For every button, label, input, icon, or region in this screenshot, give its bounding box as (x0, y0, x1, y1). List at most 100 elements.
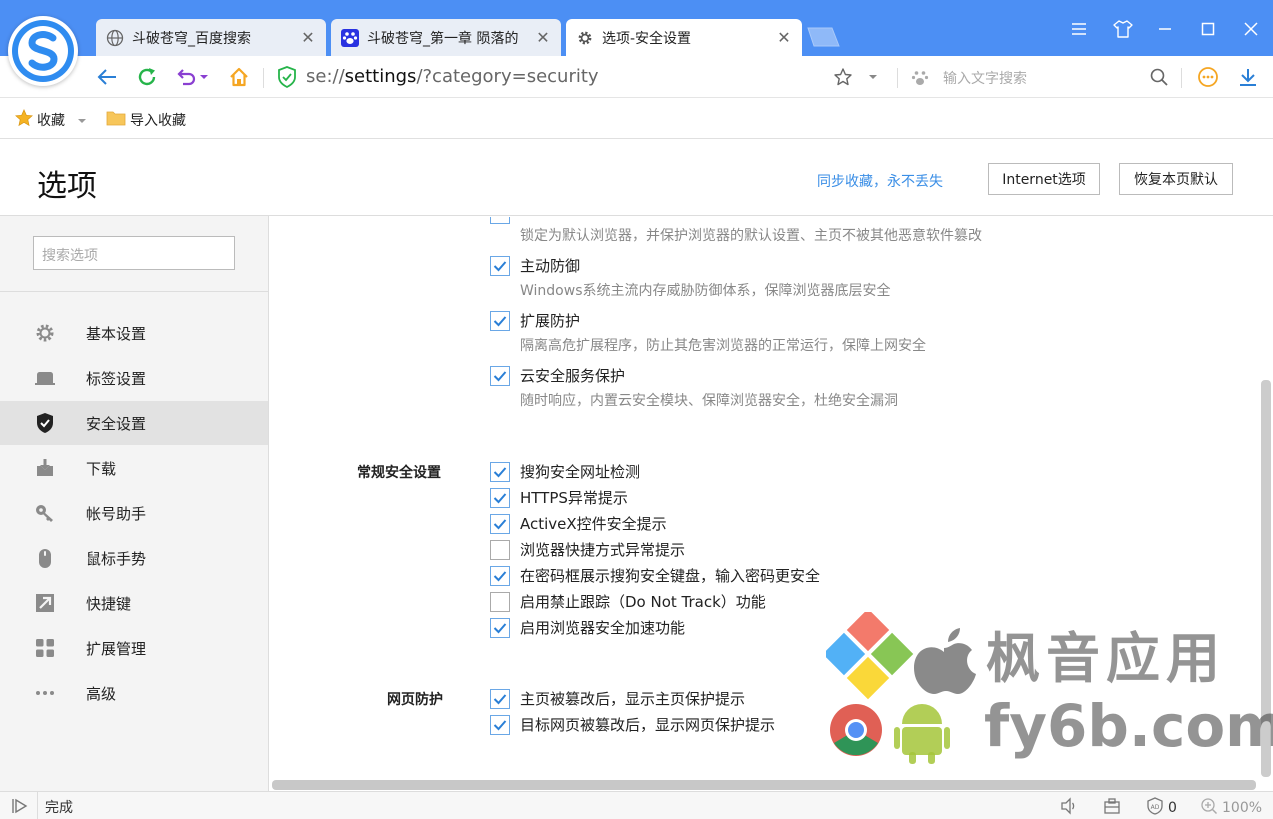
undo-close-icon[interactable] (174, 65, 198, 89)
checkbox-checked[interactable] (490, 255, 510, 276)
sidebar-item-account[interactable]: 帐号助手 (0, 491, 268, 535)
skin-shirt-icon[interactable] (1110, 16, 1136, 42)
more-dots-icon (34, 682, 56, 704)
settings-sidebar: 搜索选项 基本设置 标签设置 安全设置 下载 帐号助手 鼠标手势 快捷键 扩展管… (0, 216, 269, 791)
download-icon[interactable] (1236, 65, 1260, 89)
divider (37, 792, 38, 819)
option-cloud-security[interactable]: 云安全服务保护 (490, 365, 625, 386)
option-label: 目标网页被篡改后，显示网页保护提示 (520, 716, 776, 734)
horizontal-scrollbar-thumb[interactable] (272, 780, 1256, 790)
option-activex-warning[interactable]: ActiveX控件安全提示 (490, 513, 667, 534)
navigation-bar: se://settings/?category=security 输入文字搜索 (0, 56, 1273, 98)
sidebar-item-label: 标签设置 (86, 369, 147, 388)
sogou-browser-logo[interactable] (8, 16, 78, 86)
checkbox-checked[interactable] (490, 565, 510, 586)
sync-link[interactable]: 同步收藏，永不丢失 (817, 171, 943, 191)
import-bookmarks-item[interactable]: 导入收藏 (106, 109, 186, 130)
extensions-grid-icon (34, 637, 56, 659)
globe-icon (106, 29, 124, 47)
search-icon[interactable] (1149, 67, 1169, 91)
checkbox-unchecked[interactable] (490, 539, 510, 560)
tab-chapter[interactable]: 斗破苍穹_第一章 陨落的 ✕ (331, 19, 561, 56)
favorites-menu[interactable]: 收藏 (15, 108, 91, 131)
checkbox-checked[interactable] (490, 461, 510, 482)
play-icon[interactable] (10, 797, 28, 815)
checkbox-unchecked[interactable] (490, 591, 510, 612)
restore-defaults-button[interactable]: 恢复本页默认 (1119, 163, 1233, 195)
option-page-tamper-warning[interactable]: 目标网页被篡改后，显示网页保护提示 (490, 714, 775, 735)
option-extension-protection[interactable]: 扩展防护 (490, 310, 580, 331)
option-shortcut-warning[interactable]: 浏览器快捷方式异常提示 (490, 539, 685, 560)
sidebar-item-label: 扩展管理 (86, 639, 147, 658)
close-window-icon[interactable] (1238, 16, 1264, 42)
checkbox-checked[interactable] (490, 714, 510, 735)
vertical-scrollbar-thumb[interactable] (1261, 380, 1271, 777)
address-dropdown-icon[interactable] (863, 65, 883, 89)
sidebar-item-extensions[interactable]: 扩展管理 (0, 626, 268, 670)
checkbox-checked[interactable] (490, 617, 510, 638)
search-box[interactable]: 输入文字搜索 (910, 65, 1170, 91)
option-homepage-tamper-warning[interactable]: 主页被篡改后，显示主页保护提示 (490, 688, 745, 709)
option-label: 搜狗安全网址检测 (520, 463, 641, 481)
refresh-icon[interactable] (135, 65, 159, 89)
sidebar-item-shortcuts[interactable]: 快捷键 (0, 581, 268, 625)
option-secure-keyboard[interactable]: 在密码框展示搜狗安全键盘，输入密码更安全 (490, 565, 820, 586)
key-icon (34, 502, 56, 524)
checkbox-checked[interactable] (490, 688, 510, 709)
gear-icon (576, 29, 594, 47)
sidebar-item-basic[interactable]: 基本设置 (0, 311, 268, 355)
sidebar-item-download[interactable]: 下载 (0, 446, 268, 490)
option-active-defense[interactable]: 主动防御 (490, 255, 580, 276)
checkbox-checked[interactable] (490, 487, 510, 508)
speaker-icon[interactable] (1060, 797, 1078, 815)
url-host: settings (344, 66, 417, 87)
new-tab-button[interactable] (806, 27, 840, 47)
option-https-warning[interactable]: HTTPS异常提示 (490, 487, 628, 508)
undo-dropdown-icon[interactable] (197, 65, 211, 89)
divider (0, 291, 268, 292)
internet-options-button[interactable]: Internet选项 (988, 163, 1100, 195)
checkbox-checked[interactable] (490, 513, 510, 534)
sidebar-item-mouse-gesture[interactable]: 鼠标手势 (0, 536, 268, 580)
tab-close-icon[interactable]: ✕ (300, 29, 316, 46)
tab-close-icon[interactable]: ✕ (776, 29, 792, 46)
option-label: 云安全服务保护 (520, 367, 626, 385)
star-icon (15, 108, 37, 131)
gear-icon (34, 322, 56, 344)
more-menu-icon[interactable] (1196, 65, 1220, 89)
divider (897, 68, 898, 88)
tab-close-icon[interactable]: ✕ (535, 29, 551, 46)
checkbox[interactable] (490, 217, 510, 224)
option-label: 主页被篡改后，显示主页保护提示 (520, 690, 746, 708)
checkbox-checked[interactable] (490, 310, 510, 331)
tab-title: 斗破苍穹_第一章 陨落的 (367, 30, 519, 47)
star-bookmark-icon[interactable] (831, 65, 855, 89)
secure-shield-icon[interactable] (275, 65, 299, 89)
sidebar-item-security[interactable]: 安全设置 (0, 401, 268, 445)
status-text: 完成 (45, 800, 73, 816)
settings-content: 锁定为默认浏览器，并保护浏览器的默认设置、主页不被其他恶意软件篡改 主动防御 W… (270, 217, 1273, 791)
capture-icon[interactable] (1103, 797, 1121, 815)
maximize-icon[interactable] (1195, 16, 1221, 42)
option-partial-hidden[interactable] (490, 217, 520, 224)
option-security-acceleration[interactable]: 启用浏览器安全加速功能 (490, 617, 685, 638)
url-field[interactable]: se://settings/?category=security (306, 66, 599, 87)
option-do-not-track[interactable]: 启用禁止跟踪（Do Not Track）功能 (490, 591, 766, 612)
settings-search-input[interactable]: 搜索选项 (33, 236, 235, 270)
home-icon[interactable] (227, 65, 251, 89)
back-arrow-icon[interactable] (95, 65, 119, 89)
checkbox-checked[interactable] (490, 365, 510, 386)
sidebar-item-advanced[interactable]: 高级 (0, 671, 268, 715)
option-url-check[interactable]: 搜狗安全网址检测 (490, 461, 640, 482)
option-label: 在密码框展示搜狗安全键盘，输入密码更安全 (520, 567, 821, 585)
minimize-icon[interactable] (1152, 16, 1178, 42)
tab-baidu-search[interactable]: 斗破苍穹_百度搜索 ✕ (96, 19, 326, 56)
baidu-paw-icon (910, 68, 930, 92)
import-label: 导入收藏 (130, 112, 186, 129)
section-label-web-protection: 网页防护 (387, 692, 443, 708)
sidebar-item-tabs[interactable]: 标签设置 (0, 356, 268, 400)
zoom-control[interactable]: 100% (1200, 797, 1262, 819)
tab-settings-security[interactable]: 选项-安全设置 ✕ (566, 19, 802, 56)
menu-icon[interactable] (1066, 16, 1092, 42)
ad-block[interactable]: AD 0 (1146, 797, 1177, 819)
